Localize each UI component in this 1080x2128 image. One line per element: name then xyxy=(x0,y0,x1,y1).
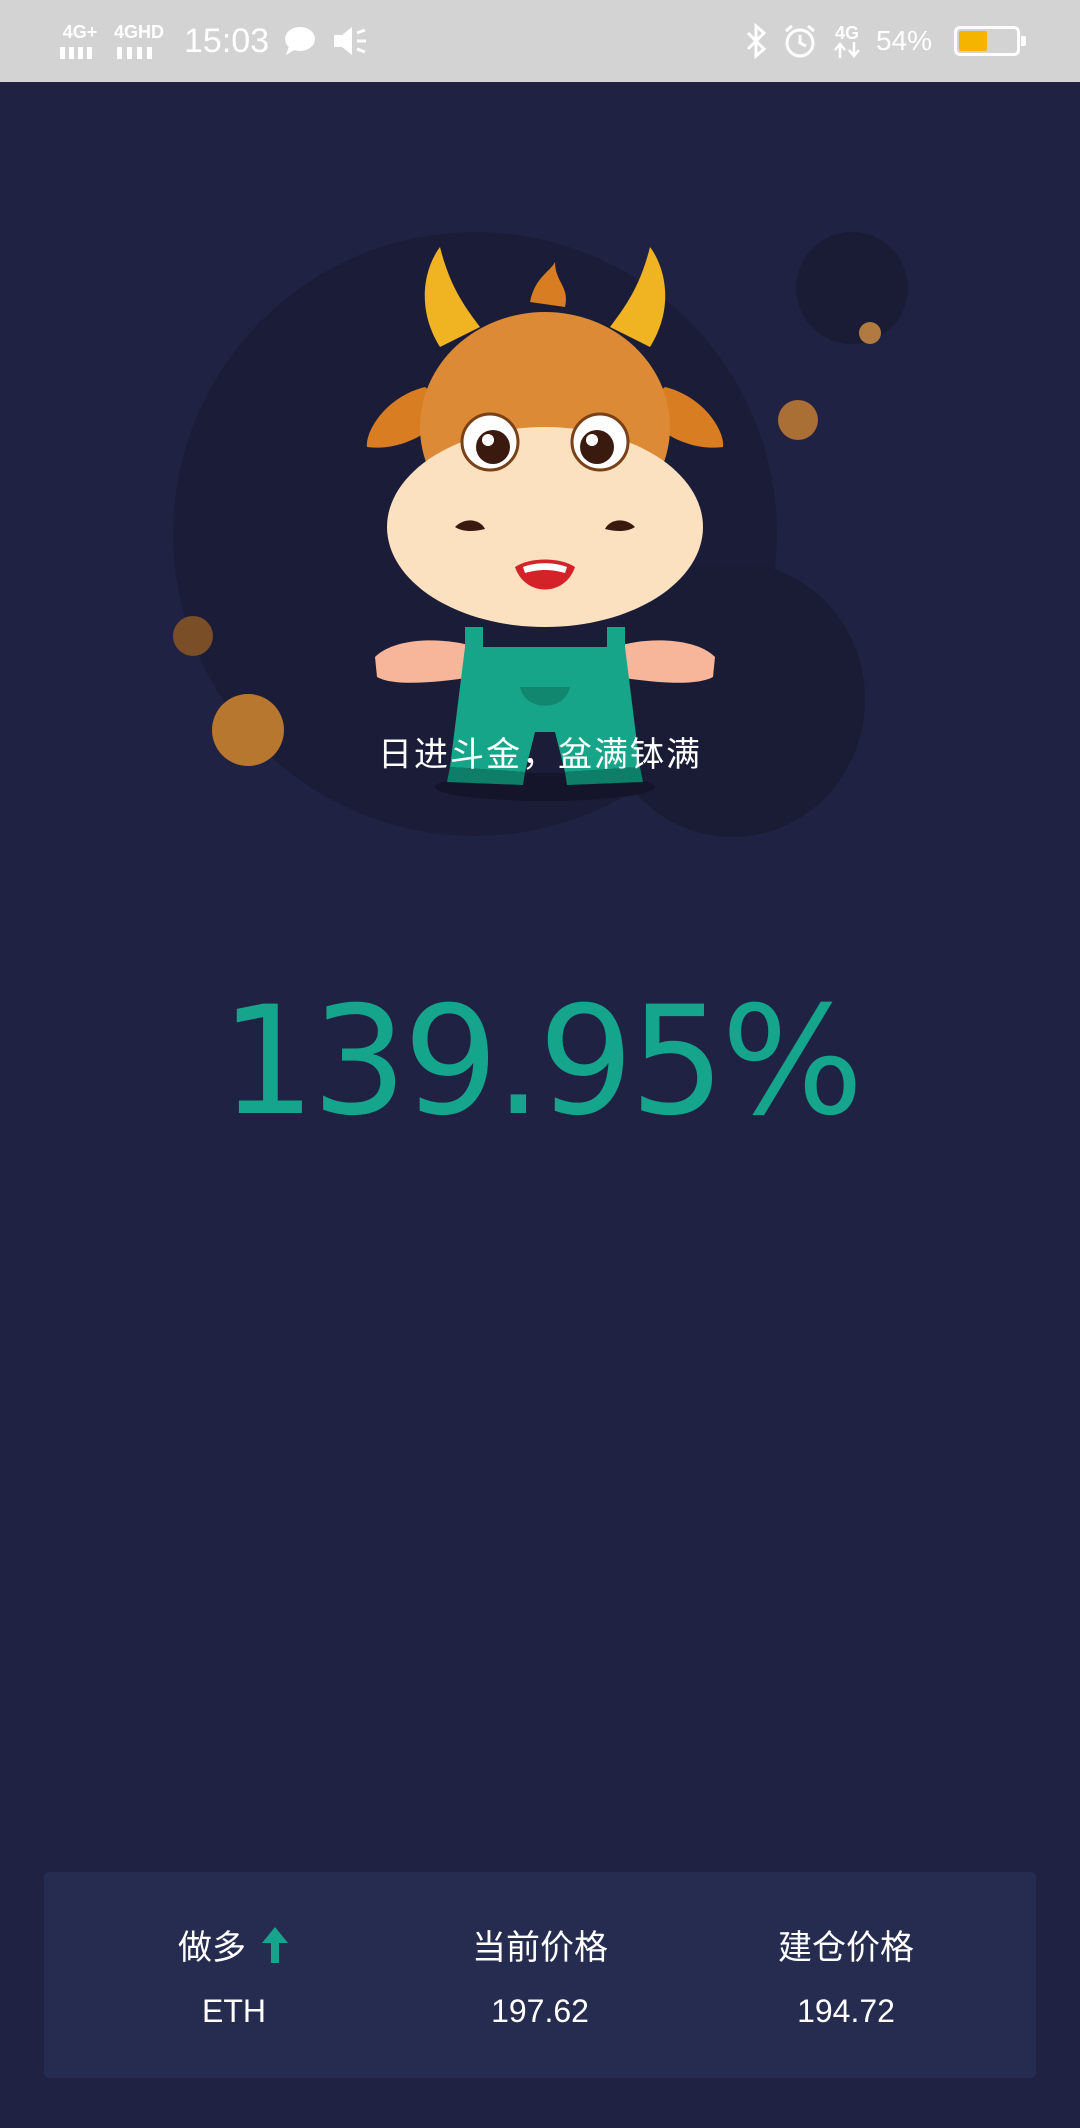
network-type-1: 4G+ xyxy=(62,22,98,42)
profit-percentage: 139.95% xyxy=(220,975,863,1149)
signal-bars-icon xyxy=(117,47,152,59)
slogan-text: 日进斗金，盆满钵满 xyxy=(378,735,702,775)
bluetooth-icon xyxy=(746,23,767,59)
status-left: 4G+ 4GHD 15:03 xyxy=(60,22,367,61)
status-bar: 4G+ 4GHD 15:03 4G 54% xyxy=(0,0,1080,82)
signal-icon-1: 4G+ xyxy=(60,23,100,59)
battery-percent: 54% xyxy=(875,25,932,56)
battery-level xyxy=(959,31,988,51)
background-circle-small xyxy=(796,232,908,344)
current-price-value: 197.62 xyxy=(491,1993,589,2029)
up-down-arrows-icon xyxy=(833,42,860,58)
entry-price-value: 194.72 xyxy=(797,1993,895,2029)
speaker-muted-icon xyxy=(334,27,367,55)
current-price-column: 当前价格 197.62 xyxy=(400,1872,680,2078)
arrow-up-icon xyxy=(262,1926,288,1963)
decor-dot xyxy=(778,400,818,440)
entry-price-column: 建仓价格 194.72 xyxy=(706,1872,986,2078)
direction-column: 做多 ETH xyxy=(94,1872,374,2078)
direction-label-row: 做多 xyxy=(178,1920,290,1969)
alarm-icon xyxy=(784,24,815,58)
signal-icon-2: 4GHD xyxy=(114,23,164,59)
ox-mascot-illustration xyxy=(366,247,724,801)
direction-symbol: ETH xyxy=(202,1993,266,2029)
clock: 15:03 xyxy=(184,21,270,60)
position-info-card: 做多 ETH 当前价格 197.62 建仓价格 194.72 xyxy=(44,1872,1036,2078)
direction-label: 做多 xyxy=(178,1928,246,1968)
signal-bars-icon xyxy=(60,47,92,59)
decor-dot xyxy=(859,322,881,344)
decor-dot xyxy=(173,616,213,656)
hero-section: 日进斗金，盆满钵满 xyxy=(0,82,1080,882)
current-price-label: 当前价格 xyxy=(472,1928,608,1968)
chat-bubble-icon xyxy=(285,27,316,55)
data-activity-icon: 4G xyxy=(832,24,862,58)
entry-price-label: 建仓价格 xyxy=(778,1928,914,1968)
network-type-2: 4GHD xyxy=(114,22,165,42)
network-type-3: 4G xyxy=(834,23,859,43)
battery-icon xyxy=(954,26,1026,56)
status-right: 4G 54% xyxy=(744,23,1026,59)
